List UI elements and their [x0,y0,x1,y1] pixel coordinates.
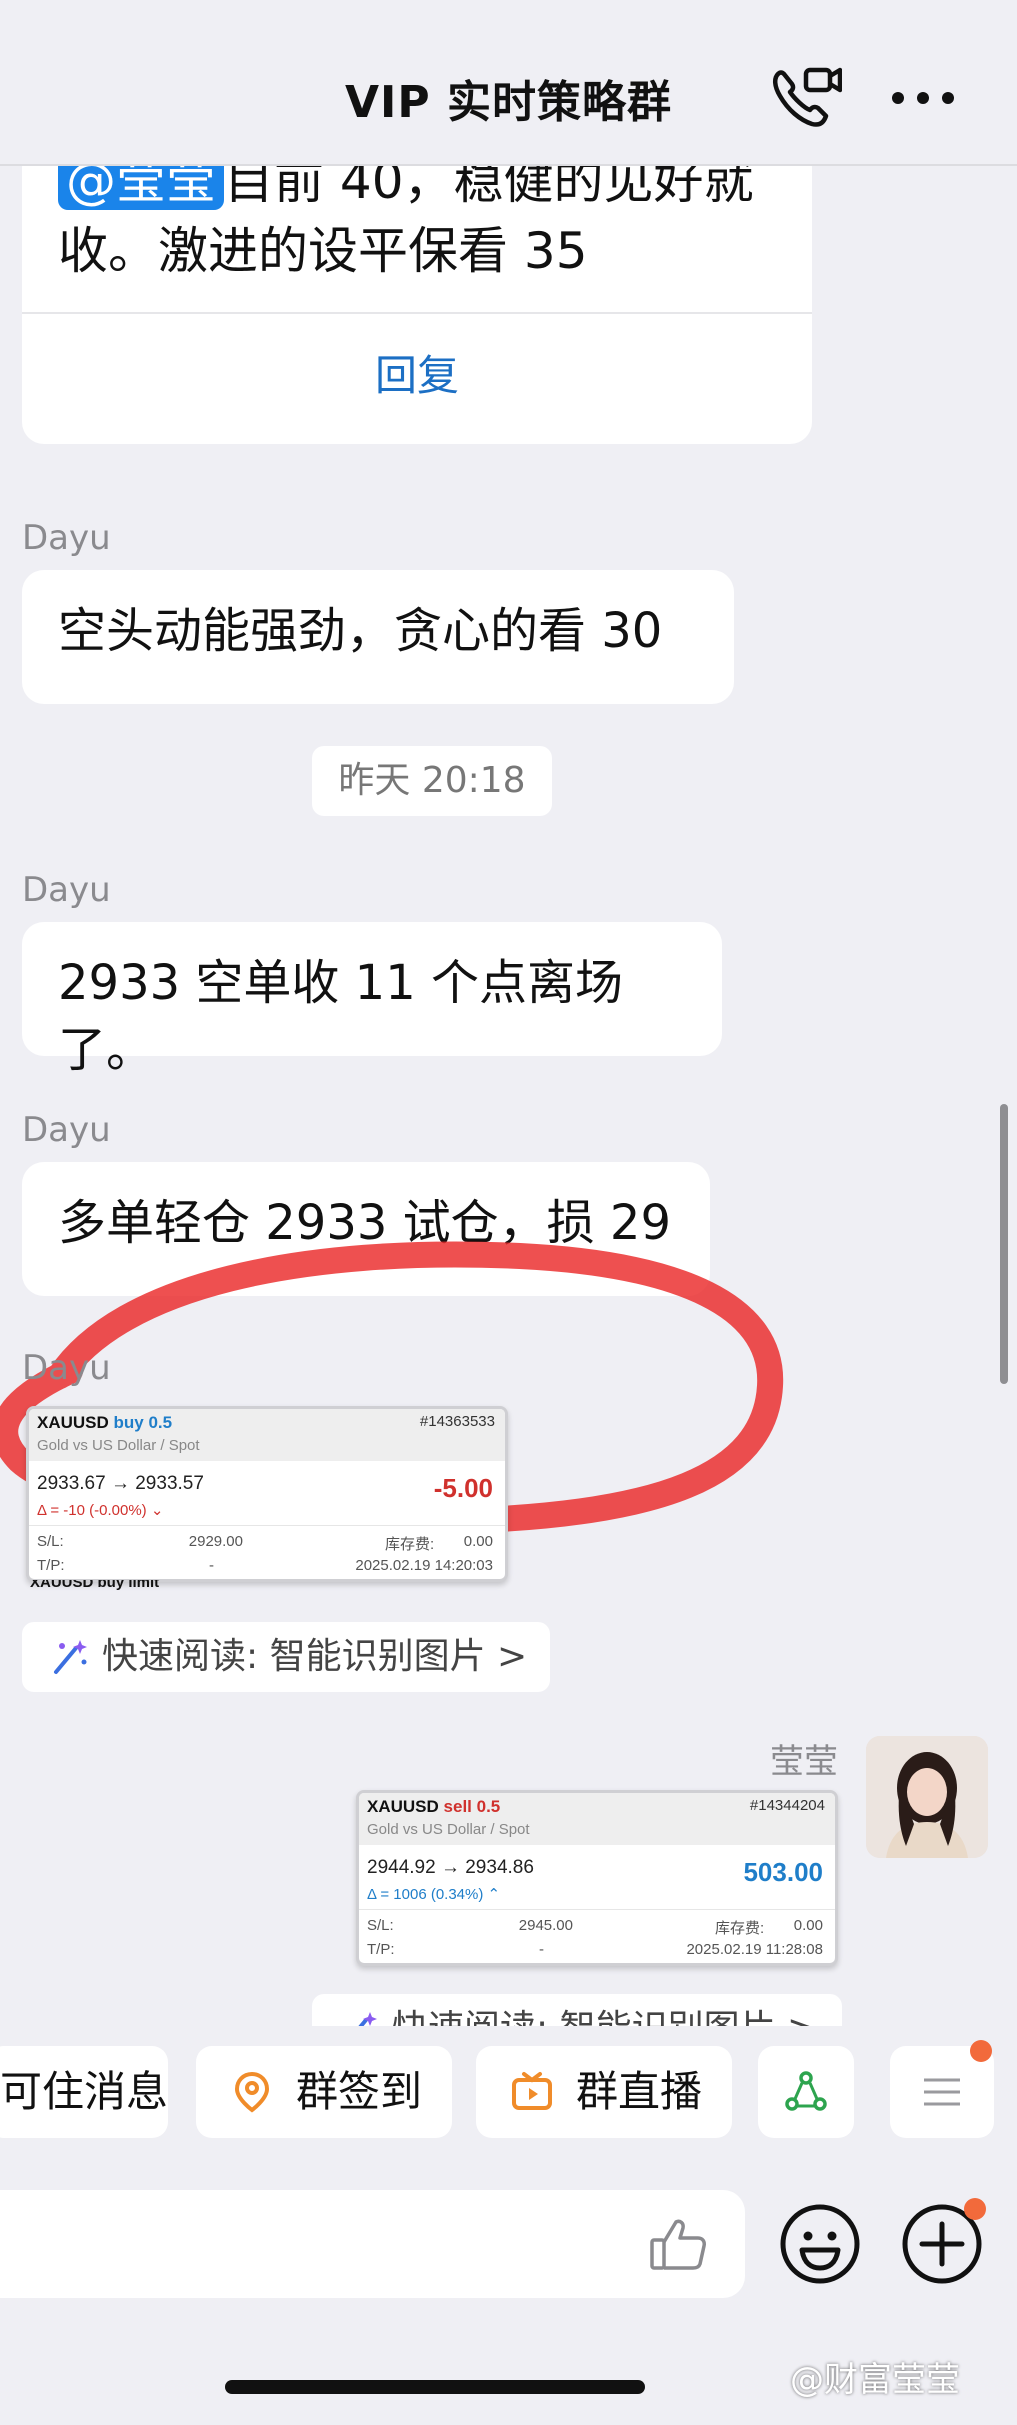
shortcut-label: 群签到 [296,2067,423,2116]
quick-read-button[interactable]: 快速阅读: 智能识别图片 > [312,1994,842,2026]
mention-tag[interactable]: @莹莹 [58,166,224,210]
trade-time: 2025.02.19 11:28:08 [686,1941,823,1958]
message-input[interactable] [0,2190,745,2298]
trade-divider [359,1909,835,1910]
shortcut-bar: 可住消息 群签到 群直播 [0,2040,1017,2140]
avatar-image [866,1736,988,1858]
notification-badge [964,2198,986,2220]
message-bubble[interactable]: 2933 空单收 11 个点离场了。 [22,922,722,1078]
swap-value: 0.00 [793,1917,823,1934]
timestamp-chip: 昨天 20:18 [312,746,552,816]
swap-label: 库存费: [385,1536,435,1553]
trade-delta: Δ = -10 (-0.00%) ⌄ [37,1502,164,1519]
shortcut-label: 群直播 [576,2067,703,2116]
chat-header: VIP 实时策略群 [0,0,1017,166]
trade-divider [29,1525,505,1526]
trade-screenshot-image[interactable]: XAUUSD buy 0.5 #14363533 Gold vs US Doll… [26,1406,508,1582]
sender-name: 莹莹 [770,1742,838,1782]
tp-value: - [209,1557,214,1574]
trade-screenshot-image[interactable]: XAUUSD sell 0.5 #14344204 Gold vs US Dol… [356,1790,838,1966]
quick-read-button[interactable]: 快速阅读: 智能识别图片 > [22,1622,550,1692]
message-bubble[interactable]: 多单轻仓 2933 试仓，损 29 [22,1162,710,1296]
shortcut-chip[interactable]: 可住消息 [0,2046,168,2138]
chat-message-list[interactable]: @莹莹 目前 40，稳健的见好就收。激进的设平保看 35 回复 Dayu 空头动能… [0,166,1017,2026]
magic-wand-icon [54,1640,87,1674]
swap-label: 库存费: [715,1920,765,1937]
avatar[interactable] [866,1736,988,1858]
location-pin-icon [234,2071,270,2113]
shortcut-group-checkin[interactable]: 群签到 [196,2046,452,2138]
sender-name: Dayu [22,870,111,910]
share-nodes-icon [785,2071,827,2111]
trade-prices: 2933.67 → 2933.57 [37,1473,204,1494]
sender-name: Dayu [22,1348,111,1388]
trade-description: Gold vs US Dollar / Spot [367,1821,530,1838]
shortcut-label: 可住消息 [0,2067,169,2116]
trade-profit: 503.00 [743,1857,823,1887]
sl-label: S/L: [367,1917,394,1934]
trade-profit: -5.00 [433,1473,493,1503]
trade-delta: Δ = 1006 (0.34%) ⌃ [367,1886,501,1903]
emoji-icon[interactable] [778,2202,862,2286]
sender-name: Dayu [22,1110,111,1150]
next-order-peek: XAUUSD buy limit [30,1580,160,1590]
trade-time: 2025.02.19 14:20:03 [355,1557,493,1574]
trade-description: Gold vs US Dollar / Spot [37,1437,200,1454]
quick-read-label: 快速阅读: 智能识别图片 > [102,1636,528,1677]
swap-value: 0.00 [463,1533,493,1550]
trade-symbol: XAUUSD sell 0.5 [367,1797,501,1816]
trade-symbol: XAUUSD buy 0.5 [37,1413,173,1432]
message-bubble[interactable]: 空头动能强劲，贪心的看 30 [22,570,734,704]
trade-ticket: #14363533 [419,1413,495,1430]
tp-label: T/P: [367,1941,395,1958]
tv-icon [512,2072,552,2110]
watermark-text: @财富莹莹 [790,2360,960,2400]
trade-ticket: #14344204 [749,1797,825,1814]
more-dots-icon[interactable] [888,80,958,116]
card-divider [22,312,812,314]
sl-label: S/L: [37,1533,64,1550]
shortcut-group-live[interactable]: 群直播 [476,2046,732,2138]
quick-read-label: 快速阅读: 智能识别图片 > [392,2008,817,2026]
thumbs-up-icon[interactable] [648,2216,708,2272]
reply-button[interactable]: 回复 [22,342,812,403]
magic-wand-icon [358,2012,377,2026]
quoted-message-card: @莹莹 目前 40，稳健的见好就收。激进的设平保看 35 回复 [22,166,812,444]
tp-label: T/P: [37,1557,65,1574]
shortcut-share[interactable] [758,2046,854,2138]
scrollbar[interactable] [1000,1104,1008,1384]
sender-name: Dayu [22,518,111,558]
chat-title: VIP 实时策略群 [345,77,672,128]
sl-value: 2929.00 [188,1533,243,1550]
trade-prices: 2944.92 → 2934.86 [367,1857,534,1878]
notification-badge [970,2040,992,2062]
tp-value: - [539,1941,544,1958]
quoted-message-text: @莹莹 目前 40，稳健的见好就收。激进的设平保看 35 [58,166,798,286]
home-indicator[interactable] [225,2380,645,2394]
phone-video-icon[interactable] [768,64,842,130]
menu-lines-icon [924,2078,960,2106]
composer-bar [0,2190,1017,2300]
sl-value: 2945.00 [518,1917,573,1934]
